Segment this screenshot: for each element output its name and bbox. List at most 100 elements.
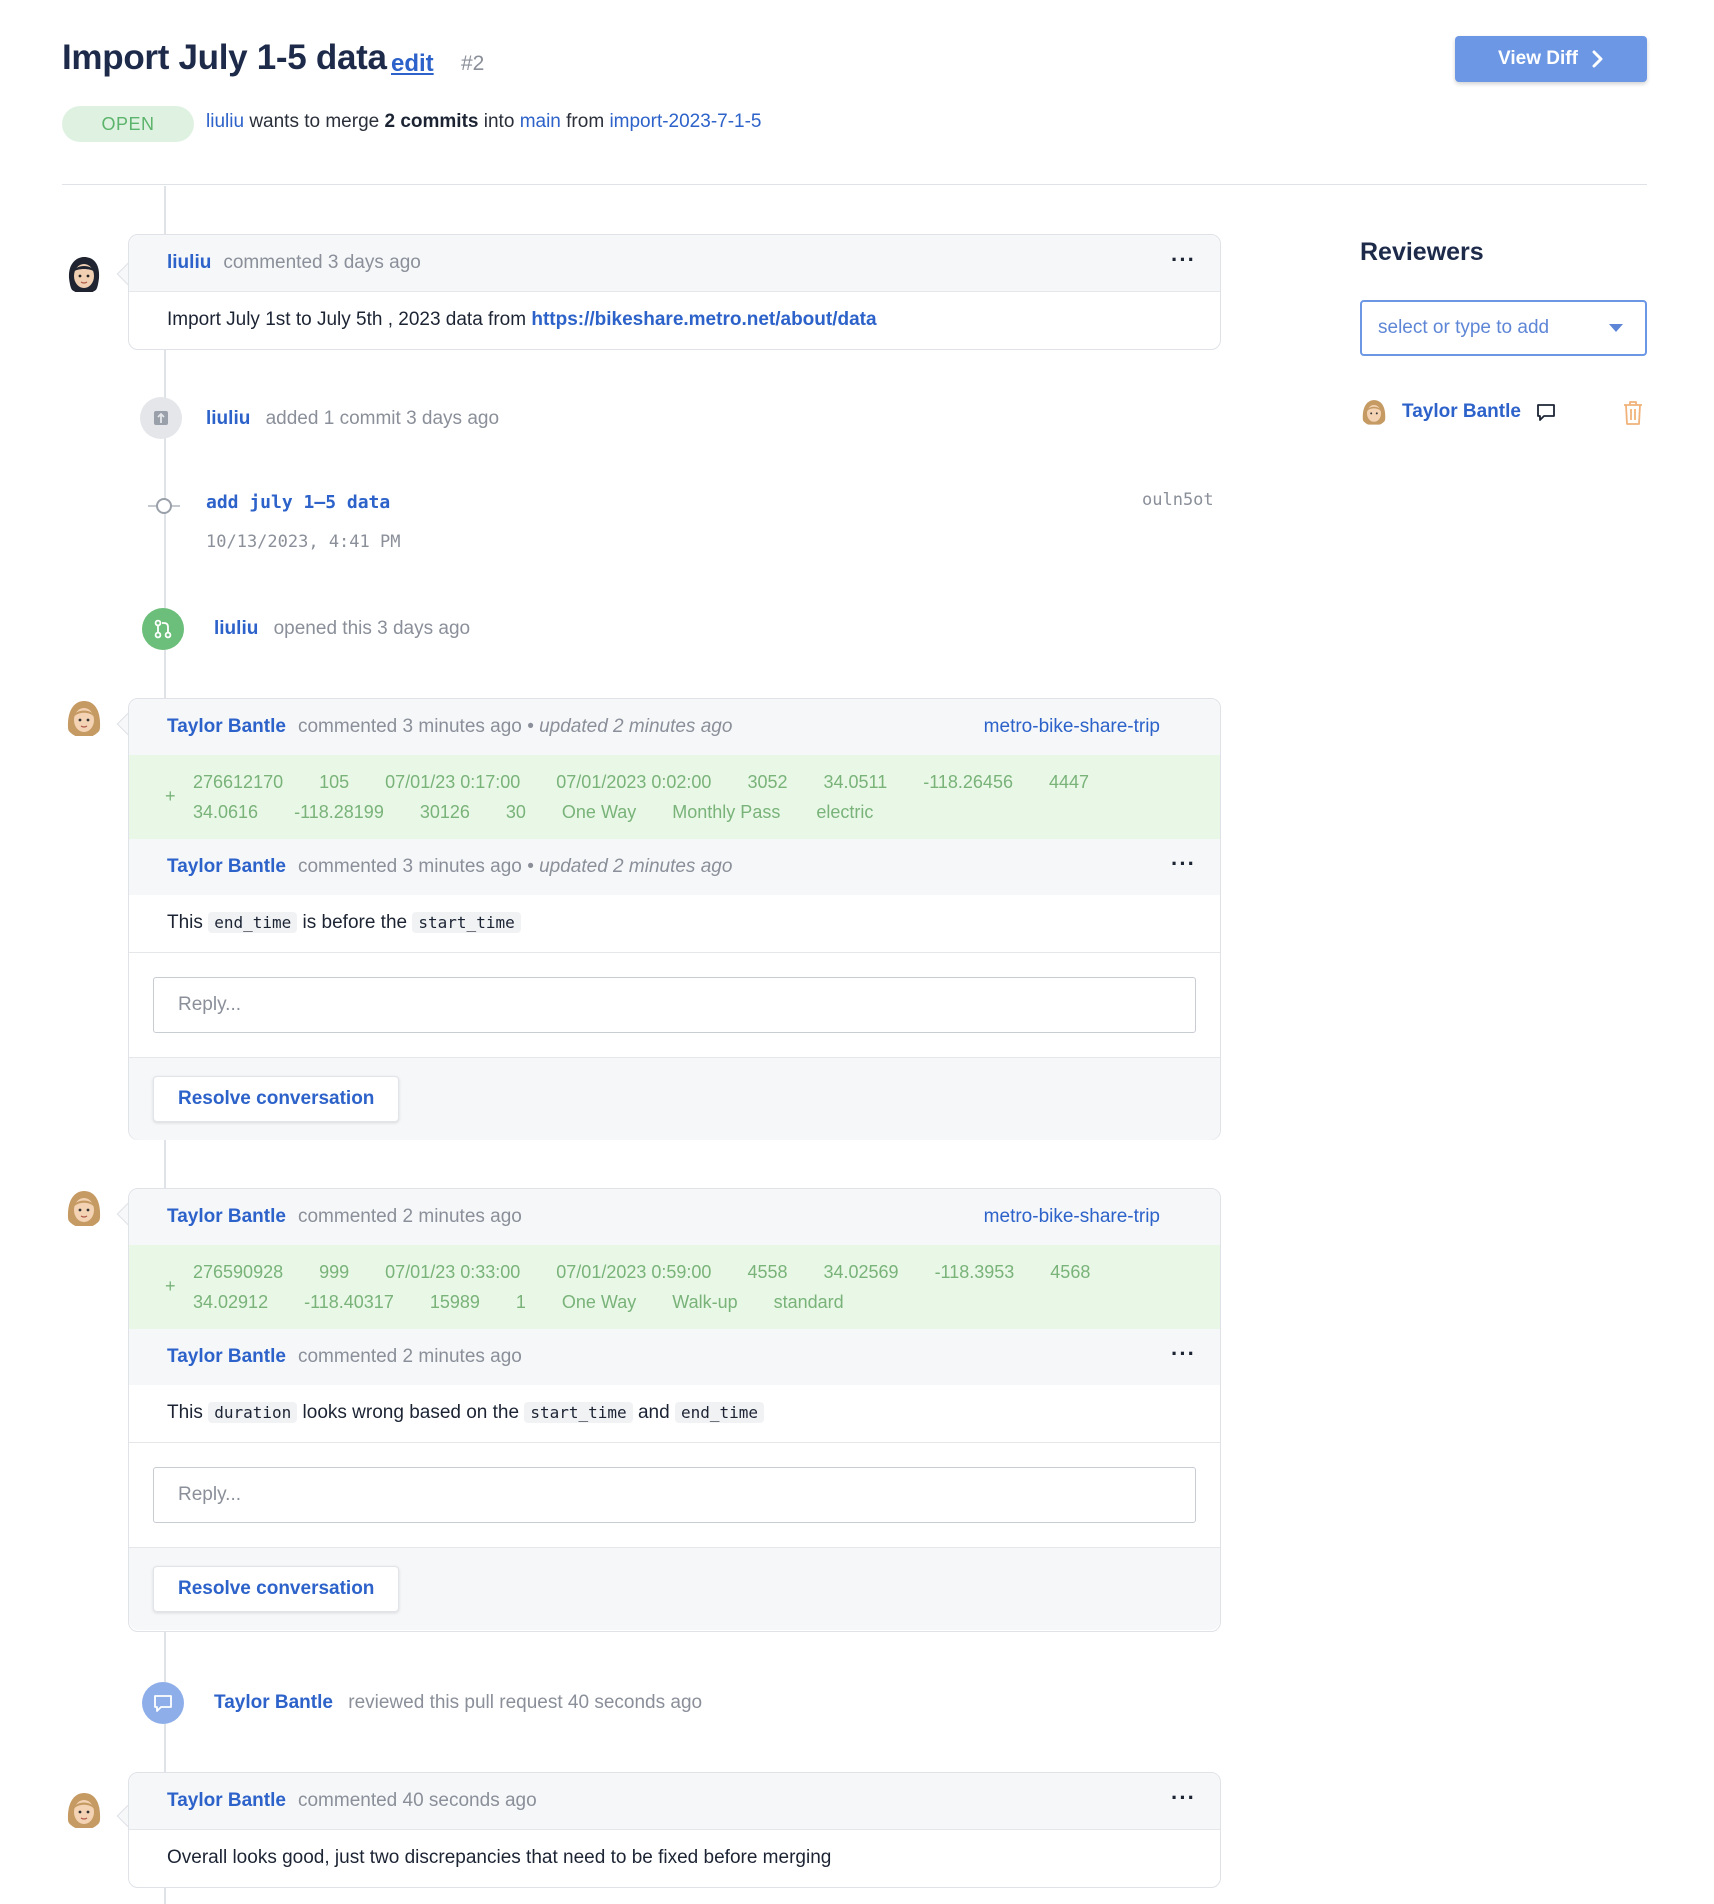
resolve-area: Resolve conversation — [129, 1057, 1220, 1140]
diff-cell: 34.02912 — [193, 1292, 269, 1312]
diff-cell: 1 — [515, 1292, 526, 1312]
reviewer-name-link[interactable]: Taylor Bantle — [1402, 401, 1521, 423]
avatar-taylor — [64, 1188, 104, 1228]
avatar-liuliu — [64, 254, 104, 294]
diff-cell: One Way — [561, 802, 637, 822]
commit-count: 2 commits — [384, 111, 479, 132]
comment-text: looks wrong based on the — [302, 1402, 520, 1423]
comment-text: This — [167, 912, 203, 933]
thread-timestamp: commented 3 minutes ago — [297, 716, 522, 737]
table-link[interactable]: metro-bike-share-trip — [984, 716, 1160, 738]
event-author-link[interactable]: liuliu — [206, 408, 250, 429]
comment-timestamp: commented 2 minutes ago — [297, 1346, 522, 1367]
thread-author-link[interactable]: Taylor Bantle — [167, 1206, 286, 1228]
comment-card: Taylor Bantle commented 40 seconds ago ·… — [128, 1772, 1221, 1888]
reply-input[interactable] — [153, 976, 1196, 1033]
comment-text: Import July 1st to July 5th , 2023 data … — [167, 309, 527, 330]
diff-row: + 276612170 105 07/01/23 0:17:00 07/01/2023… — [129, 755, 1220, 839]
commit-event-icon — [140, 397, 182, 439]
event-description: added 1 commit 3 days ago — [265, 408, 500, 429]
reviewers-heading: Reviewers — [1360, 238, 1484, 266]
diff-cell: 105 — [319, 772, 350, 792]
chevron-right-icon — [1592, 50, 1603, 68]
review-event-icon — [142, 1682, 184, 1724]
comment-outline-icon[interactable] — [1535, 401, 1557, 423]
thread-header: Taylor Bantle commented 2 minutes ago me… — [129, 1189, 1220, 1245]
more-options-icon[interactable]: ··· — [1171, 851, 1196, 877]
diff-cell: 15989 — [429, 1292, 480, 1312]
diff-cells-line2: 34.0616 -118.28199 30126 30 One Way Monthly P… — [193, 797, 1220, 827]
diff-cell: electric — [816, 802, 874, 822]
data-source-link[interactable]: https://bikeshare.metro.net/about/data — [531, 309, 876, 330]
trash-icon[interactable] — [1622, 400, 1644, 431]
commit-date: 10/13/2023, 4:41 PM — [206, 532, 401, 552]
diff-cell: 34.0616 — [193, 802, 259, 822]
source-branch-link[interactable]: import-2023-7-1-5 — [609, 111, 761, 132]
comment-text: This — [167, 1402, 203, 1423]
diff-cell: -118.40317 — [304, 1292, 394, 1312]
event-description: opened this 3 days ago — [273, 618, 471, 639]
reply-input[interactable] — [153, 1466, 1196, 1523]
comment-header: liuliu commented 3 days ago ··· — [129, 235, 1220, 291]
target-branch-link[interactable]: main — [520, 111, 561, 132]
commit-message-link[interactable]: add july 1–5 data — [206, 492, 390, 513]
table-link[interactable]: metro-bike-share-trip — [984, 1206, 1160, 1228]
thread-updated: • updated 2 minutes ago — [527, 716, 733, 737]
comment-bubble-icon — [154, 1695, 172, 1712]
merge-author-link[interactable]: liuliu — [206, 111, 244, 132]
more-options-icon[interactable]: ··· — [1171, 247, 1196, 273]
diff-cell: 07/01/2023 0:02:00 — [556, 772, 712, 792]
comment-timestamp: commented 40 seconds ago — [297, 1790, 537, 1811]
comment-body: Import July 1st to July 5th , 2023 data … — [129, 292, 1220, 349]
caret-down-icon — [1609, 324, 1623, 332]
view-diff-label: View Diff — [1498, 48, 1578, 69]
inline-code: start_time — [412, 912, 521, 933]
commit-event-text: liuliu added 1 commit 3 days ago — [206, 408, 499, 430]
comment-author-link[interactable]: Taylor Bantle — [167, 856, 286, 878]
diff-cell: -118.3953 — [934, 1262, 1015, 1282]
avatar-dark-hair — [64, 254, 104, 294]
edit-title-link[interactable]: edit — [391, 50, 434, 78]
diff-cell: 30 — [505, 802, 526, 822]
reviewer-select[interactable]: select or type to add — [1360, 300, 1647, 356]
comment-author-link[interactable]: liuliu — [167, 252, 211, 274]
avatar-blonde-hair — [64, 698, 104, 738]
resolve-conversation-button[interactable]: Resolve conversation — [153, 1075, 400, 1122]
comment-text: and — [637, 1402, 670, 1423]
comment-author-link[interactable]: Taylor Bantle — [167, 1346, 286, 1368]
view-diff-button[interactable]: View Diff — [1455, 36, 1647, 82]
more-options-icon[interactable]: ··· — [1171, 1785, 1196, 1811]
commit-node-icon — [148, 494, 180, 523]
thread-timestamp: commented 2 minutes ago — [297, 1206, 522, 1227]
review-thread: Taylor Bantle commented 2 minutes ago me… — [128, 1188, 1221, 1632]
more-options-icon[interactable]: ··· — [1171, 1341, 1196, 1367]
page-title: Import July 1-5 data — [62, 38, 387, 77]
pull-request-icon — [154, 619, 172, 639]
avatar-blonde-hair — [1360, 398, 1388, 426]
diff-cells-line1: 276590928 999 07/01/23 0:33:00 07/01/2023 0… — [193, 1257, 1220, 1287]
avatar-blonde-hair — [64, 1790, 104, 1830]
comment-author-link[interactable]: Taylor Bantle — [167, 1790, 286, 1812]
pr-number: #2 — [461, 52, 485, 75]
reviewer-item: Taylor Bantle — [1360, 398, 1557, 426]
diff-cell: 34.0511 — [823, 772, 888, 792]
comment-header: Taylor Bantle commented 3 minutes ago • … — [129, 839, 1220, 895]
resolve-conversation-button[interactable]: Resolve conversation — [153, 1565, 400, 1612]
diff-cell: 4558 — [747, 1262, 788, 1282]
commit-icon — [154, 411, 168, 425]
diff-cell: -118.28199 — [294, 802, 384, 822]
diff-plus: + — [165, 1276, 176, 1296]
event-author-link[interactable]: Taylor Bantle — [214, 1692, 333, 1713]
comment-text: is before the — [302, 912, 408, 933]
diff-cell: 3052 — [747, 772, 788, 792]
thread-author-link[interactable]: Taylor Bantle — [167, 716, 286, 738]
diff-cells-line1: 276612170 105 07/01/23 0:17:00 07/01/2023 0… — [193, 767, 1220, 797]
commit-hash[interactable]: ouln5ot — [1142, 490, 1214, 510]
diff-cell: 34.02569 — [823, 1262, 899, 1282]
event-author-link[interactable]: liuliu — [214, 618, 258, 639]
comment-timestamp: commented 3 days ago — [223, 252, 421, 273]
avatar-taylor — [1360, 398, 1388, 426]
comment-body: This duration looks wrong based on the s… — [129, 1385, 1220, 1442]
diff-cell: 4568 — [1050, 1262, 1091, 1282]
opened-event-icon — [142, 608, 184, 650]
